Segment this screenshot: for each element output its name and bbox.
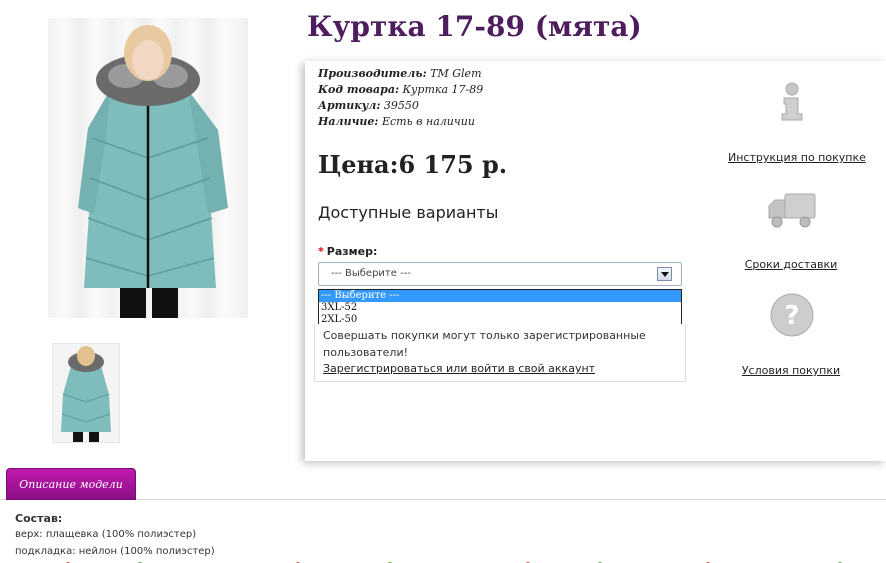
meta-label: Артикул: — [318, 99, 381, 112]
delivery-truck-icon[interactable] — [767, 190, 819, 230]
product-thumbnail[interactable] — [52, 343, 120, 443]
variants-heading: Доступные варианты — [318, 203, 499, 222]
meta-article: Артикул: 39550 — [318, 99, 419, 112]
jacket-photo-illustration — [78, 25, 228, 318]
svg-text:?: ? — [784, 301, 799, 331]
meta-manufacturer: Производитель: TM Glem — [318, 67, 482, 80]
product-title: Куртка 17-89 (мята) — [307, 10, 642, 43]
meta-label: Производитель: — [318, 67, 427, 80]
decorative-garland — [0, 554, 886, 563]
tab-description[interactable]: Описание модели — [6, 468, 136, 500]
size-option[interactable]: 3XL-52 — [319, 302, 681, 314]
meta-value: TM Glem — [426, 67, 482, 80]
meta-product-code: Код товара: Куртка 17-89 — [318, 83, 483, 96]
size-label: * Размер: — [318, 245, 377, 258]
size-options-list[interactable]: --- Выберите --- 3XL-52 2XL-50 — [318, 289, 682, 326]
size-option[interactable]: --- Выберите --- — [319, 290, 681, 302]
login-notice-text: Совершать покупки могут только зарегистр… — [323, 329, 646, 359]
info-icon[interactable] — [778, 82, 808, 122]
meta-value: Есть в наличии — [378, 115, 475, 128]
chevron-down-icon[interactable] — [657, 267, 672, 281]
tab-description-label: Описание модели — [19, 478, 123, 491]
product-main-photo[interactable] — [48, 18, 248, 318]
register-login-link[interactable]: Зарегистрироваться или войти в свой акка… — [323, 362, 595, 375]
meta-value: 39550 — [380, 99, 419, 112]
meta-label: Наличие: — [318, 115, 379, 128]
product-price: Цена:6 175 р. — [318, 150, 508, 179]
composition-line: верх: плащевка (100% полиэстер) — [15, 529, 197, 540]
meta-availability: Наличие: Есть в наличии — [318, 115, 475, 128]
size-label-text: Размер: — [326, 245, 378, 258]
jacket-thumbnail-illustration — [61, 346, 111, 442]
meta-label: Код товара: — [318, 83, 400, 96]
required-mark: * — [318, 245, 324, 258]
question-icon[interactable]: ? — [769, 292, 815, 338]
composition-heading: Состав: — [15, 512, 63, 525]
size-select[interactable]: --- Выберите --- — [318, 262, 682, 286]
delivery-terms-link[interactable]: Сроки доставки — [728, 258, 854, 271]
purchase-terms-link[interactable]: Условия покупки — [728, 364, 854, 377]
instructions-link[interactable]: Инструкция по покупке — [728, 151, 866, 164]
meta-value: Куртка 17-89 — [399, 83, 484, 96]
size-select-value: --- Выберите --- — [331, 268, 411, 279]
